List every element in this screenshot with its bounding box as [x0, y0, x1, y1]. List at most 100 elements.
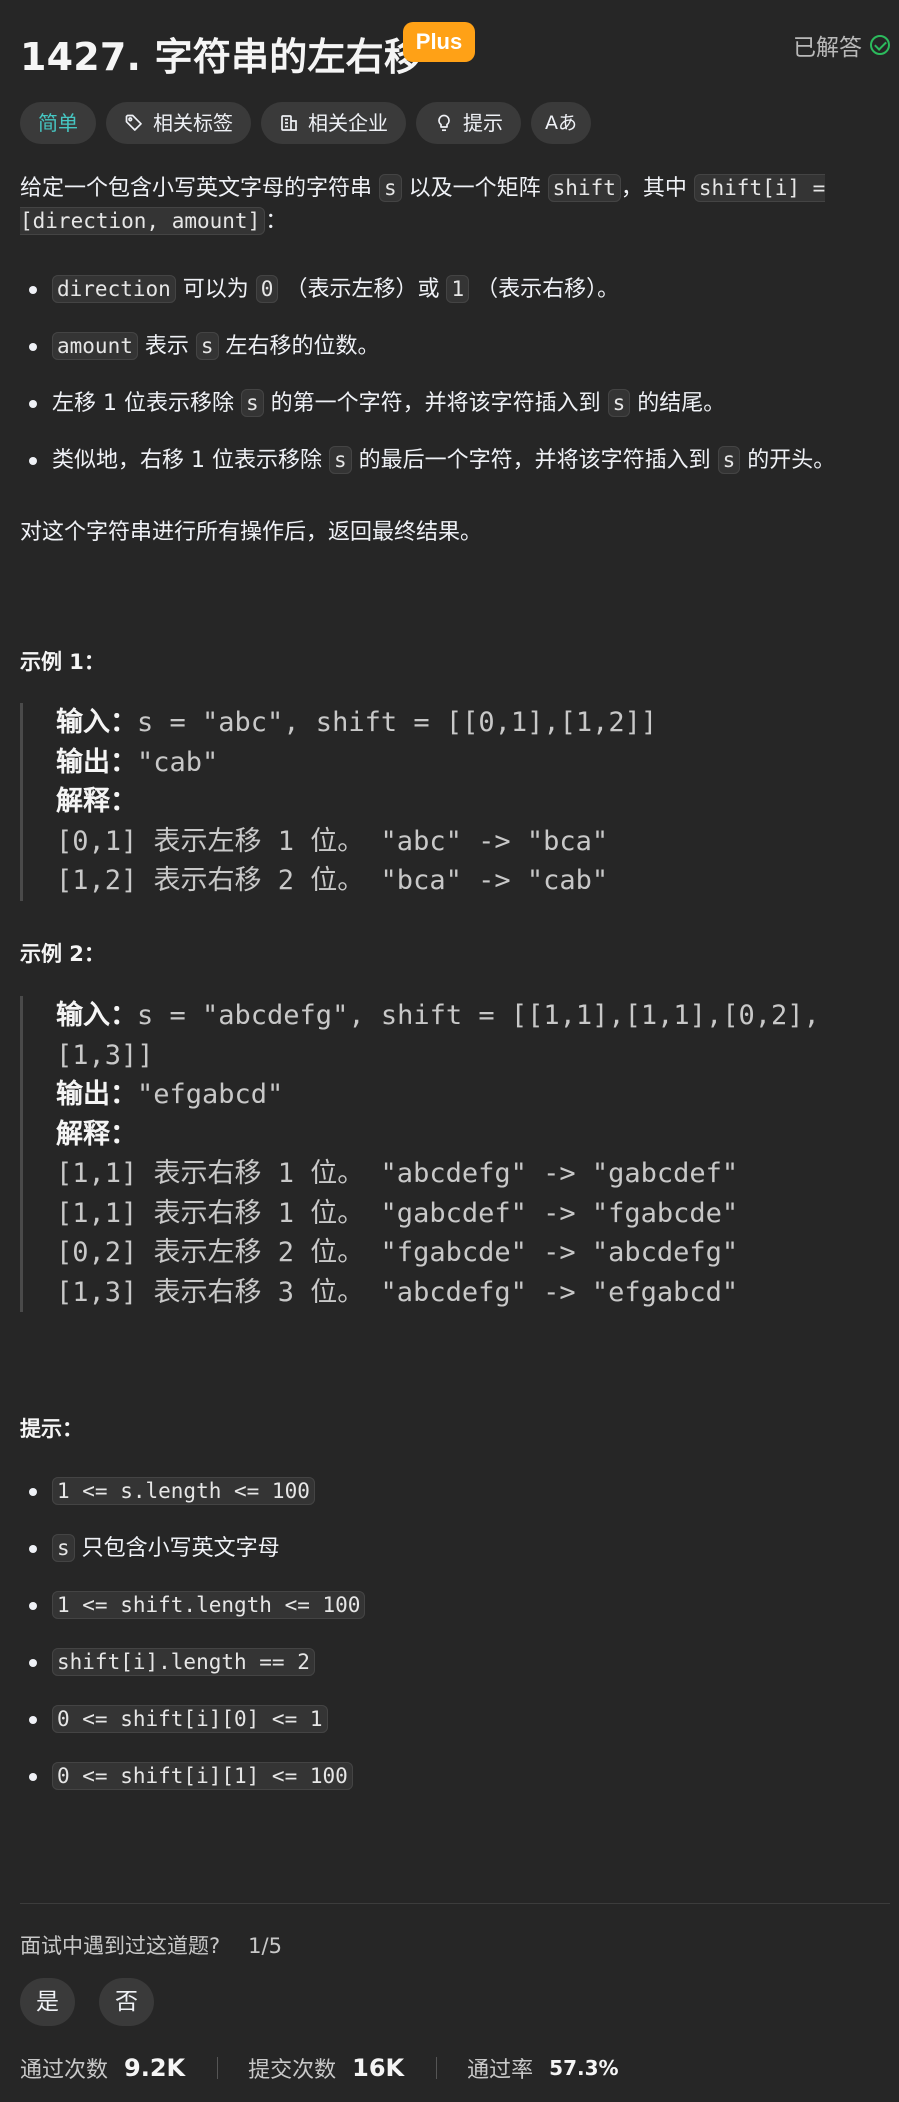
- inline-code: 1 <= shift.length <= 100: [52, 1591, 366, 1619]
- bullet-text: （表示左移）或: [278, 277, 447, 302]
- title-row: 1427. 字符串的左右移 Plus 已解答: [20, 20, 890, 79]
- output-label: 输出：: [56, 746, 137, 778]
- desc-text: 给定一个包含小写英文字母的字符串: [20, 176, 379, 201]
- explain-line: [1,2] 表示右移 2 位。 "bca" -> "cab": [56, 865, 609, 896]
- constraints-list: 1 <= s.length <= 100 s 只包含小写英文字母 1 <= sh…: [20, 1474, 880, 1816]
- inline-code: s: [52, 1534, 75, 1562]
- related-companies-label: 相关企业: [308, 111, 388, 135]
- explain-line: [1,1] 表示右移 1 位。 "abcdefg" -> "gabcdef": [56, 1158, 739, 1189]
- divider: [20, 1903, 890, 1904]
- list-item: s 只包含小写英文字母: [20, 1531, 880, 1588]
- inline-code: shift: [547, 174, 621, 202]
- problem-title[interactable]: 1427. 字符串的左右移: [20, 26, 422, 81]
- interview-question: 面试中遇到过这道题? 1/5: [20, 1930, 282, 1960]
- example-explain-row: 解释：: [56, 782, 880, 822]
- example-input-row-continued: [1,3]]: [56, 1039, 154, 1071]
- interview-count: 1/5: [248, 1934, 282, 1958]
- related-tags-button[interactable]: 相关标签: [106, 102, 251, 144]
- interview-answer-row: 是 否: [20, 1978, 154, 2026]
- desc-text: ：: [265, 209, 288, 234]
- submissions-value: 16K: [352, 2054, 405, 2082]
- desc-text: ，其中: [620, 176, 694, 201]
- example-input-row: 输入：s = "abc", shift = [[0,1],[1,2]]: [56, 703, 880, 743]
- lightbulb-icon: [434, 113, 454, 133]
- stats-bar: 通过次数 9.2K 提交次数 16K 通过率 57.3%: [20, 2052, 619, 2084]
- inline-code: 0 <= shift[i][1] <= 100: [52, 1762, 353, 1790]
- bullet-text: （表示右移）。: [469, 277, 620, 302]
- list-item: direction 可以为 0 （表示左移）或 1 （表示右移）。: [20, 272, 880, 329]
- problem-description: 给定一个包含小写英文字母的字符串 s 以及一个矩阵 shift ，其中 shift…: [20, 172, 880, 238]
- example-1-heading: 示例 1：: [20, 650, 105, 674]
- list-item: 类似地，右移 1 位表示移除 s 的最后一个字符，并将该字符插入到 s 的开头。: [20, 443, 880, 500]
- list-item: 1 <= shift.length <= 100: [20, 1588, 880, 1645]
- input-label: 输入：: [56, 707, 137, 738]
- accepted-value: 9.2K: [124, 2054, 186, 2082]
- inline-code: s: [240, 389, 264, 417]
- list-item: 左移 1 位表示移除 s 的第一个字符，并将该字符插入到 s 的结尾。: [20, 386, 880, 443]
- interview-question-label: 面试中遇到过这道题?: [20, 1934, 221, 1958]
- inline-code: direction: [52, 275, 176, 303]
- hint-button[interactable]: 提示: [416, 102, 521, 144]
- no-button[interactable]: 否: [99, 1978, 154, 2026]
- inline-code: amount: [52, 332, 138, 360]
- yes-button[interactable]: 是: [20, 1978, 75, 2026]
- inline-code: 0: [255, 275, 279, 303]
- output-label: 输出：: [56, 1079, 137, 1110]
- bullet-text: 表示: [137, 334, 196, 359]
- output-value: "cab": [137, 746, 219, 778]
- input-label: 输入：: [56, 1000, 137, 1031]
- list-item: 0 <= shift[i][1] <= 100: [20, 1759, 880, 1816]
- inline-code: s: [195, 332, 219, 360]
- list-item: 0 <= shift[i][0] <= 1: [20, 1702, 880, 1759]
- inline-code: s: [607, 389, 631, 417]
- acceptance-rate-label: 通过率: [467, 2058, 534, 2083]
- check-circle-icon: [870, 35, 890, 55]
- submissions-label: 提交次数: [248, 2058, 337, 2083]
- tag-icon: [124, 113, 144, 133]
- stats-separator: [217, 2057, 219, 2079]
- solved-status: 已解答: [793, 28, 890, 62]
- plus-badge[interactable]: Plus: [403, 22, 475, 62]
- bullet-text: 的最后一个字符，并将该字符插入到: [351, 448, 718, 473]
- example-explain-row: 解释：: [56, 1115, 880, 1155]
- bullet-text: 可以为: [175, 277, 256, 302]
- hint-label: 提示: [463, 111, 503, 135]
- related-tags-label: 相关标签: [153, 111, 233, 135]
- bullet-text: 左右移的位数。: [218, 334, 380, 359]
- example-output-row: 输出："efgabcd": [56, 1075, 880, 1115]
- example-output-row: 输出："cab": [56, 743, 880, 783]
- list-item: amount 表示 s 左右移的位数。: [20, 329, 880, 386]
- bullet-text: 左移 1 位表示移除: [52, 391, 241, 416]
- explain-line: [0,2] 表示左移 2 位。 "fgabcde" -> "abcdefg": [56, 1237, 739, 1268]
- explain-line: [1,3] 表示右移 3 位。 "abcdefg" -> "efgabcd": [56, 1276, 739, 1308]
- inline-code: 1: [446, 275, 470, 303]
- input-value: s = "abc", shift = [[0,1],[1,2]]: [137, 707, 658, 738]
- inline-code: s: [379, 174, 402, 202]
- inline-code: 0 <= shift[i][0] <= 1: [52, 1705, 328, 1733]
- example-input-row: 输入：s = "abcdefg", shift = [[1,1],[1,1],[…: [56, 996, 880, 1036]
- translate-button[interactable]: Aあ: [531, 102, 591, 144]
- inline-code: s: [717, 446, 741, 474]
- bullet-text: 类似地，右移 1 位表示移除: [52, 448, 329, 473]
- list-item: shift[i].length == 2: [20, 1645, 880, 1702]
- building-icon: [279, 113, 299, 133]
- translate-icon: Aあ: [545, 112, 577, 134]
- related-companies-button[interactable]: 相关企业: [261, 102, 406, 144]
- desc-text: 以及一个矩阵: [401, 176, 548, 201]
- bullet-text: 的结尾。: [630, 391, 726, 416]
- inline-code: 1 <= s.length <= 100: [52, 1477, 315, 1505]
- acceptance-rate-value: 57.3%: [549, 2056, 619, 2080]
- inline-code: shift[i].length == 2: [52, 1648, 315, 1676]
- constraint-text: 只包含小写英文字母: [74, 1536, 280, 1561]
- difficulty-badge[interactable]: 简单: [20, 102, 96, 144]
- input-value: s = "abcdefg", shift = [[1,1],[1,1],[0,2…: [137, 1000, 820, 1031]
- example-2-block: 输入：s = "abcdefg", shift = [[1,1],[1,1],[…: [20, 996, 880, 1312]
- example-1-block: 输入：s = "abc", shift = [[0,1],[1,2]] 输出："…: [20, 703, 880, 901]
- accepted-label: 通过次数: [20, 2058, 109, 2083]
- bullet-text: 的开头。: [740, 448, 836, 473]
- explain-label: 解释：: [56, 1118, 137, 1150]
- tag-row: 简单 相关标签 相关企业 提示 Aあ: [20, 102, 591, 144]
- inline-code: s: [328, 446, 352, 474]
- list-item: 1 <= s.length <= 100: [20, 1474, 880, 1531]
- solved-status-label: 已解答: [793, 35, 862, 61]
